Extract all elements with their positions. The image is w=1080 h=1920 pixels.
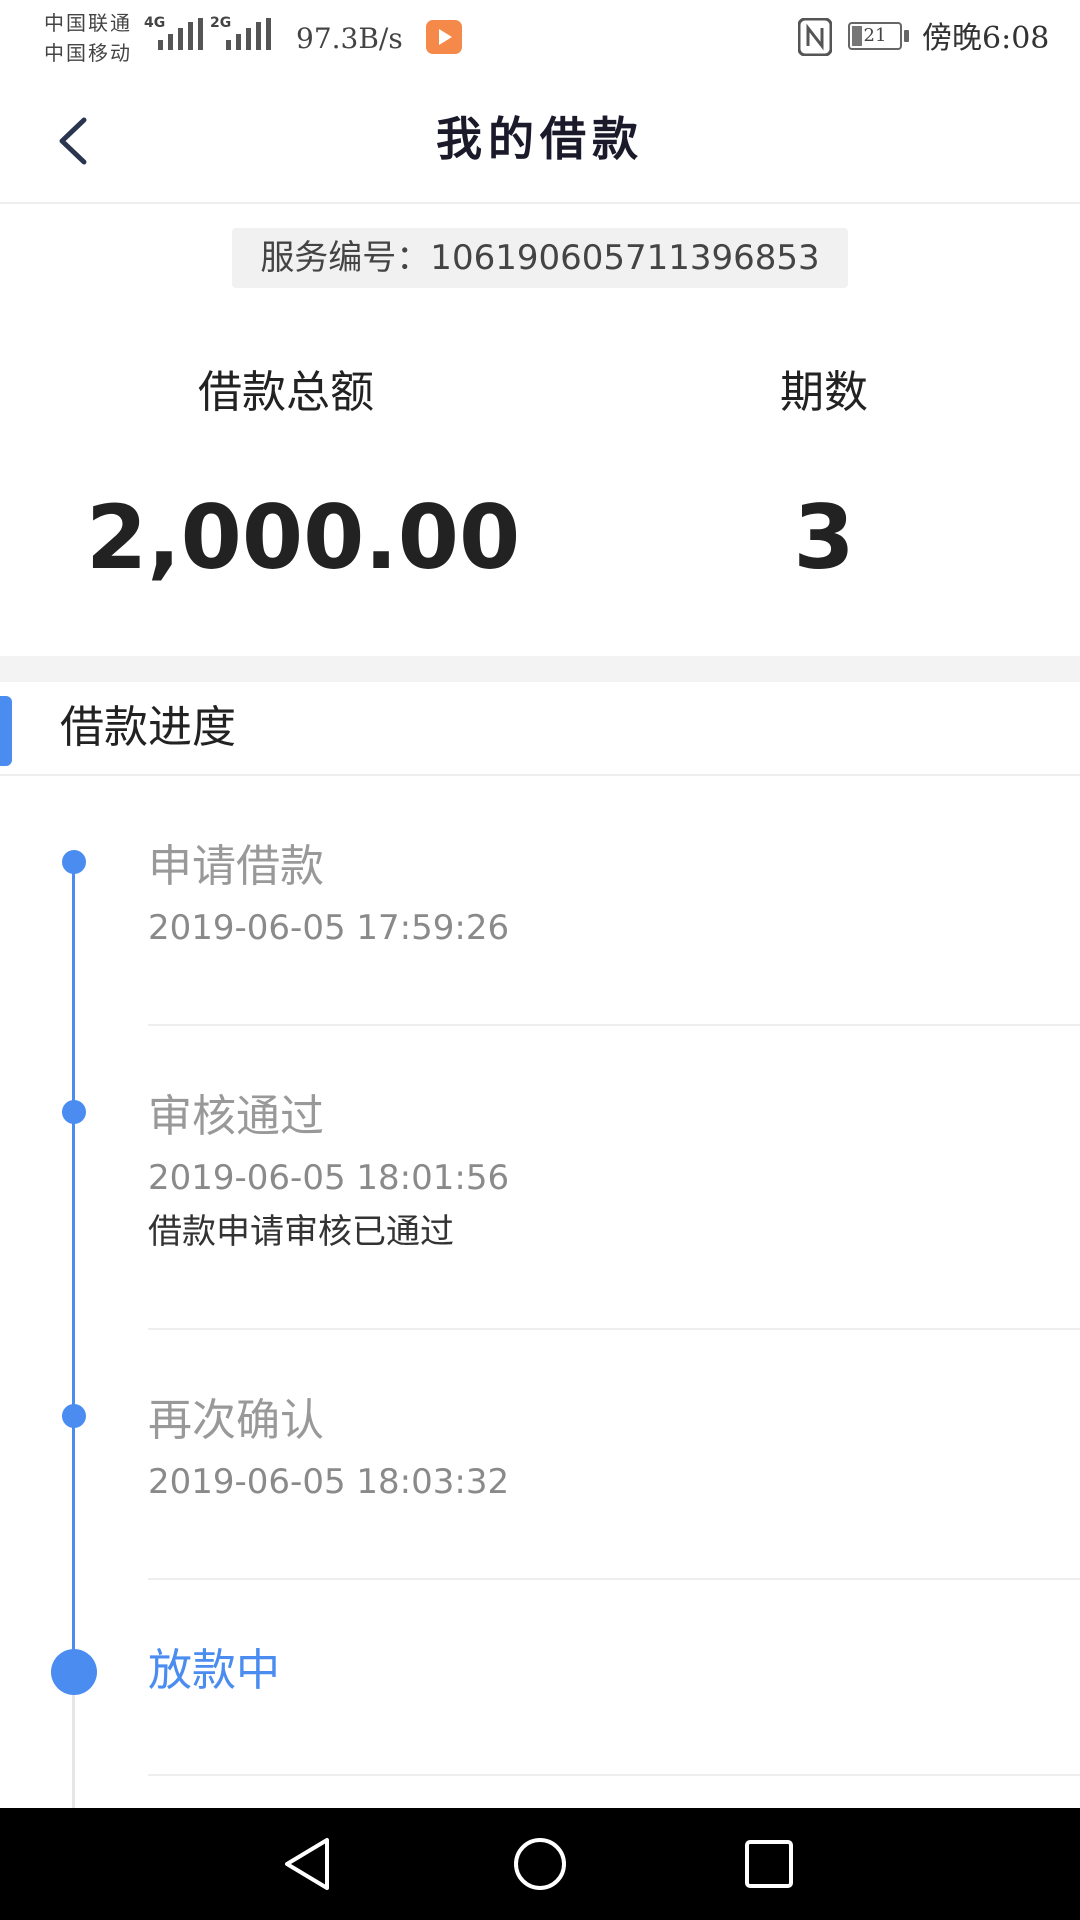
progress-section-header: 借款进度 xyxy=(0,682,1080,776)
periods-value: 3 xyxy=(793,486,855,589)
status-bar: 中国联通 中国移动 4G 2G 97.3B/s 21 傍晚6:08 xyxy=(0,0,1080,78)
battery-level: 21 xyxy=(863,25,887,46)
step-time: 2019-06-05 17:59:26 xyxy=(148,908,510,948)
nav-recent-button[interactable] xyxy=(733,1830,803,1898)
carrier-1: 中国联通 xyxy=(44,11,132,35)
section-divider xyxy=(0,656,1080,682)
step-title: 审核通过 xyxy=(148,1091,324,1142)
timeline-dot-current xyxy=(51,1649,97,1695)
battery-tip xyxy=(904,30,909,42)
clock: 傍晚6:08 xyxy=(922,21,1050,56)
nav-home-icon xyxy=(514,1838,566,1890)
nav-back-icon xyxy=(285,1838,329,1890)
page-title: 我的借款 xyxy=(436,112,644,166)
timeline-dot xyxy=(62,1100,86,1124)
timeline-line xyxy=(72,862,75,1672)
signal-icon xyxy=(158,18,203,50)
nav-back-button[interactable] xyxy=(273,1830,343,1898)
carrier-info: 中国联通 中国移动 xyxy=(44,8,132,68)
service-number: 服务编号：106190605711396853 xyxy=(232,228,848,288)
app-notification-icon xyxy=(426,20,462,54)
section-title: 借款进度 xyxy=(60,702,236,753)
nfc-icon xyxy=(798,18,832,56)
signal-icon xyxy=(226,18,271,50)
nav-recent-icon xyxy=(745,1840,793,1888)
step-divider xyxy=(148,1024,1080,1026)
step-title: 申请借款 xyxy=(148,841,324,892)
step-description: 借款申请审核已通过 xyxy=(148,1212,454,1252)
section-accent-bar xyxy=(0,696,12,766)
step-title: 再次确认 xyxy=(148,1395,324,1446)
periods-label: 期数 xyxy=(780,367,868,418)
step-time: 2019-06-05 18:03:32 xyxy=(148,1462,510,1502)
carrier-2: 中国移动 xyxy=(44,41,132,65)
timeline-dot xyxy=(62,1404,86,1428)
navigation-bar xyxy=(0,1808,1080,1920)
battery-icon: 21 xyxy=(848,22,902,50)
loan-total-label: 借款总额 xyxy=(198,367,374,418)
net-speed: 97.3B/s xyxy=(296,22,403,55)
step-divider xyxy=(148,1578,1080,1580)
screen: 中国联通 中国移动 4G 2G 97.3B/s 21 傍晚6:08 我的借款 服… xyxy=(0,0,1080,1920)
nav-home-button[interactable] xyxy=(505,1830,575,1898)
title-bar: 我的借款 xyxy=(0,78,1080,204)
step-time: 2019-06-05 18:01:56 xyxy=(148,1158,510,1198)
timeline-dot xyxy=(62,850,86,874)
step-divider xyxy=(148,1774,1080,1776)
loan-total-value: 2,000.00 xyxy=(86,486,521,589)
step-title-current: 放款中 xyxy=(148,1645,280,1696)
step-divider xyxy=(148,1328,1080,1330)
